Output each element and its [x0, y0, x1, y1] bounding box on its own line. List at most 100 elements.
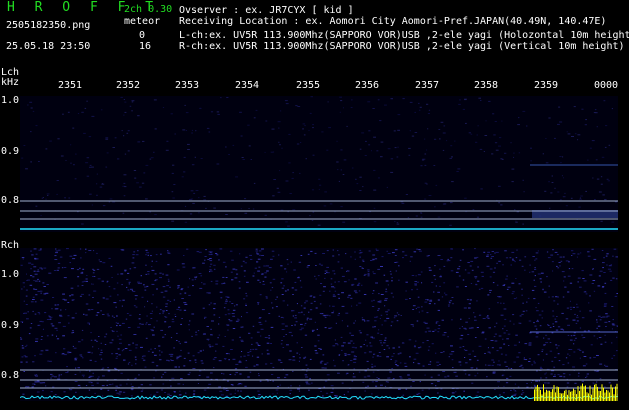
noise-speck	[405, 290, 407, 292]
noise-speck	[465, 321, 468, 323]
noise-speck	[40, 290, 43, 292]
noise-speck	[162, 383, 165, 385]
noise-speck	[474, 257, 477, 259]
noise-speck	[235, 363, 239, 365]
noise-speck	[153, 151, 155, 153]
noise-speck	[213, 367, 215, 369]
noise-speck	[249, 371, 252, 373]
noise-speck	[535, 336, 539, 338]
noise-speck	[167, 264, 170, 266]
noise-speck	[176, 269, 180, 271]
noise-speck	[359, 266, 362, 267]
noise-speck	[311, 189, 315, 191]
noise-speck	[243, 275, 246, 277]
noise-speck	[364, 320, 366, 322]
noise-speck	[476, 367, 478, 369]
noise-speck	[361, 284, 363, 286]
noise-speck	[534, 259, 536, 261]
noise-speck	[394, 221, 396, 222]
noise-speck	[100, 352, 103, 353]
noise-speck	[260, 335, 262, 337]
noise-speck	[497, 385, 499, 387]
noise-speck	[93, 269, 96, 271]
noise-speck	[147, 273, 150, 275]
noise-speck	[572, 366, 576, 368]
noise-speck	[34, 374, 36, 376]
noise-speck	[123, 174, 127, 176]
noise-speck	[232, 328, 236, 329]
noise-speck	[169, 395, 172, 397]
noise-speck	[338, 354, 341, 355]
noise-speck	[478, 345, 482, 347]
noise-speck	[147, 300, 149, 302]
noise-speck	[354, 258, 356, 260]
noise-speck	[324, 191, 327, 193]
noise-speck	[298, 276, 300, 278]
noise-speck	[250, 159, 252, 160]
noise-speck	[442, 371, 446, 372]
noise-speck	[278, 254, 280, 256]
noise-speck	[555, 344, 558, 346]
noise-speck	[601, 156, 605, 158]
noise-speck	[255, 250, 259, 252]
noise-speck	[581, 108, 584, 110]
noise-speck	[242, 159, 245, 160]
noise-speck	[288, 162, 291, 164]
noise-speck	[182, 383, 184, 385]
noise-speck	[581, 270, 584, 272]
noise-speck	[171, 172, 174, 174]
burst-bar	[570, 391, 571, 401]
noise-speck	[20, 361, 23, 363]
noise-speck	[469, 299, 472, 301]
noise-speck	[223, 388, 226, 390]
noise-speck	[176, 308, 180, 310]
noise-speck	[310, 250, 313, 252]
rch-axis-label: Rch	[1, 240, 20, 251]
noise-speck	[20, 338, 23, 340]
burst-bar	[579, 390, 580, 401]
noise-speck	[409, 130, 411, 132]
noise-speck	[341, 349, 343, 351]
noise-speck	[343, 159, 347, 161]
noise-speck	[266, 342, 270, 344]
noise-speck	[518, 152, 521, 154]
noise-speck	[309, 318, 313, 320]
noise-speck	[444, 376, 447, 378]
noise-speck	[162, 373, 164, 375]
noise-speck	[574, 313, 576, 315]
noise-speck	[582, 351, 584, 353]
noise-speck	[367, 375, 371, 377]
noise-speck	[562, 156, 564, 158]
noise-speck	[478, 97, 481, 99]
noise-speck	[438, 129, 441, 130]
noise-speck	[90, 376, 93, 378]
noise-speck	[243, 355, 246, 357]
noise-speck	[458, 361, 462, 363]
noise-speck	[502, 264, 504, 266]
noise-speck	[303, 314, 305, 316]
noise-speck	[448, 300, 450, 302]
noise-speck	[485, 364, 487, 366]
noise-speck	[50, 323, 53, 325]
noise-speck	[378, 293, 380, 295]
noise-speck	[435, 352, 437, 354]
noise-speck	[396, 320, 399, 322]
noise-speck	[100, 109, 103, 111]
noise-speck	[69, 262, 71, 264]
noise-speck	[372, 356, 374, 358]
noise-speck	[341, 345, 344, 347]
noise-speck	[405, 194, 408, 195]
noise-speck	[345, 312, 349, 314]
noise-speck	[25, 295, 28, 297]
noise-speck	[428, 388, 430, 390]
noise-speck	[458, 275, 461, 277]
noise-speck	[553, 366, 556, 368]
noise-speck	[91, 166, 93, 168]
noise-speck	[454, 140, 456, 142]
noise-speck	[552, 315, 555, 317]
noise-speck	[562, 329, 565, 331]
noise-speck	[306, 370, 308, 372]
noise-speck	[85, 303, 89, 305]
noise-speck	[143, 284, 145, 286]
noise-speck	[511, 293, 514, 295]
